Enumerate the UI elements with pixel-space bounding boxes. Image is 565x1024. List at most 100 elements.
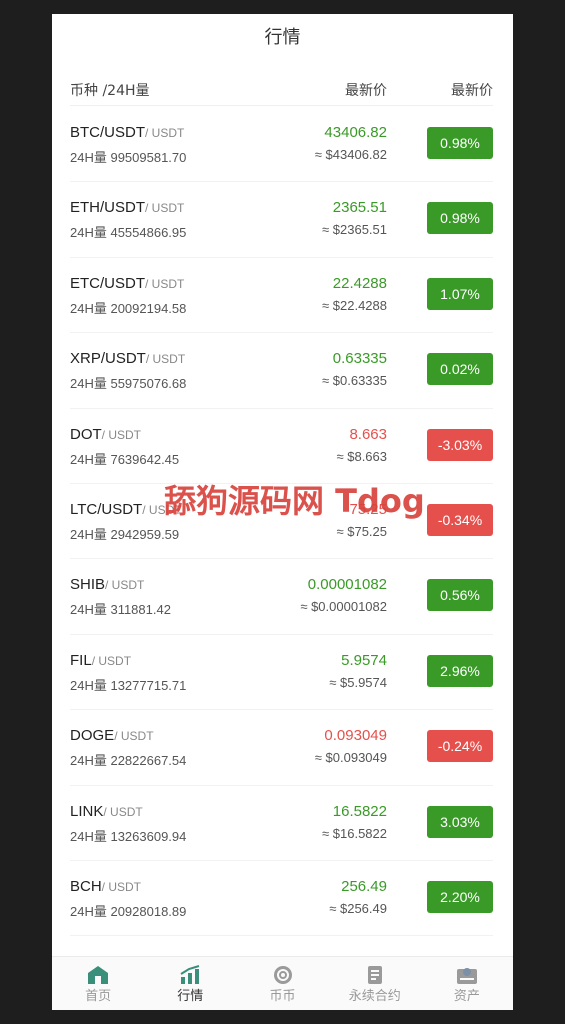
converted-price: ≈ $75.25 bbox=[336, 523, 387, 539]
market-row[interactable]: LTC/USDT/ USDT 24H量 2942959.59 75.25 ≈ $75.… bbox=[70, 484, 493, 560]
tab-home[interactable]: 首页 bbox=[52, 957, 144, 1010]
volume-24h: 24H量 55975076.68 bbox=[70, 376, 187, 392]
pair-symbol: ETH/USDT/ USDT bbox=[70, 199, 184, 216]
pair-symbol: DOT/ USDT bbox=[70, 426, 141, 443]
tab-assets-label: 资产 bbox=[453, 989, 480, 1004]
tab-home-label: 首页 bbox=[85, 989, 112, 1004]
volume-24h: 24H量 7639642.45 bbox=[70, 451, 180, 467]
converted-price: ≈ $16.5822 bbox=[322, 825, 387, 841]
market-row[interactable]: DOGE/ USDT 24H量 22822667.54 0.093049 ≈ $0.0… bbox=[70, 710, 493, 786]
pair-symbol: BCH/ USDT bbox=[70, 878, 141, 895]
market-row[interactable]: ETC/USDT/ USDT 24H量 20092194.58 22.4288 ≈ $… bbox=[70, 258, 493, 334]
market-header: 币种 /24H量 最新价 最新价 bbox=[70, 78, 493, 106]
converted-price: ≈ $22.4288 bbox=[322, 297, 387, 313]
pair-quote: / USDT bbox=[142, 502, 182, 517]
change-badge[interactable]: -0.34% bbox=[427, 503, 493, 536]
pair-base: ETH/USDT bbox=[70, 199, 145, 217]
volume-24h: 24H量 311881.42 bbox=[70, 602, 171, 618]
pair-quote: / USDT bbox=[145, 201, 185, 216]
page-title: 行情 bbox=[264, 27, 301, 48]
pair-quote: / USDT bbox=[145, 126, 185, 140]
bottom-tab-bar: 首页 行情 币币 永续合约 资产 bbox=[52, 956, 513, 1010]
pair-symbol: DOGE/ USDT bbox=[70, 727, 154, 744]
volume-24h: 24H量 45554866.95 bbox=[70, 225, 187, 241]
pair-quote: / USDT bbox=[145, 276, 185, 291]
pair-base: LTC/USDT bbox=[70, 500, 143, 518]
market-row[interactable]: SHIB/ USDT 24H量 311881.42 0.00001082 ≈ $0.0… bbox=[70, 559, 493, 635]
change-badge[interactable]: 1.07% bbox=[427, 277, 493, 310]
change-badge[interactable]: 0.98% bbox=[427, 202, 493, 235]
pair-base: ETC/USDT bbox=[70, 274, 145, 292]
tab-spot[interactable]: 币币 bbox=[236, 957, 328, 1010]
pair-quote: / USDT bbox=[145, 352, 186, 367]
market-row[interactable]: BTC/USDT/ USDT 24H量 99509581.70 43406.82 ≈ … bbox=[70, 107, 493, 183]
converted-price: ≈ $0.00001082 bbox=[300, 599, 387, 615]
pair-quote: / USDT bbox=[101, 427, 142, 442]
volume-24h: 24H量 99509581.70 bbox=[70, 150, 187, 165]
last-price: 2365.51 bbox=[332, 199, 387, 217]
change-badge[interactable]: 0.98% bbox=[427, 127, 493, 159]
tab-market[interactable]: 行情 bbox=[144, 957, 236, 1010]
change-badge[interactable]: -3.03% bbox=[427, 428, 493, 461]
pair-base: DOGE bbox=[70, 727, 115, 745]
change-badge[interactable]: 2.20% bbox=[427, 880, 493, 913]
market-row[interactable]: DOT/ USDT 24H量 7639642.45 8.663 ≈ $8.663 -3.… bbox=[70, 409, 493, 484]
volume-24h: 24H量 13263609.94 bbox=[70, 828, 187, 844]
last-price: 22.4288 bbox=[332, 274, 387, 292]
header-change: 最新价 bbox=[451, 83, 493, 99]
market-row[interactable]: ETH/USDT/ USDT 24H量 45554866.95 2365.51 ≈ $… bbox=[70, 182, 493, 258]
volume-24h: 24H量 20092194.58 bbox=[70, 300, 187, 316]
pair-quote: / USDT bbox=[101, 879, 142, 894]
market-row[interactable]: FIL/ USDT 24H量 13277715.71 5.9574 ≈ $5.9574… bbox=[70, 635, 493, 711]
pair-base: SHIB bbox=[70, 576, 106, 594]
volume-24h: 24H量 22822667.54 bbox=[70, 753, 187, 769]
tab-contract[interactable]: 永续合约 bbox=[329, 957, 421, 1010]
pair-symbol: XRP/USDT/ USDT bbox=[70, 350, 185, 367]
pair-base: FIL bbox=[70, 651, 92, 669]
converted-price: ≈ $2365.51 bbox=[322, 222, 387, 238]
pair-symbol: BTC/USDT/ USDT bbox=[70, 124, 184, 141]
pair-base: BTC/USDT bbox=[70, 124, 145, 141]
pair-quote: / USDT bbox=[114, 729, 154, 744]
market-row[interactable]: XRP/USDT/ USDT 24H量 55975076.68 0.63335 ≈ $… bbox=[70, 333, 493, 409]
pair-symbol: SHIB/ USDT bbox=[70, 576, 144, 593]
last-price: 43406.82 bbox=[324, 124, 387, 141]
pair-quote: / USDT bbox=[91, 653, 132, 668]
converted-price: ≈ $8.663 bbox=[336, 448, 387, 464]
change-badge[interactable]: 0.56% bbox=[427, 579, 493, 612]
volume-24h: 24H量 2942959.59 bbox=[70, 526, 180, 542]
pair-symbol: LTC/USDT/ USDT bbox=[70, 501, 182, 518]
pair-base: BCH bbox=[70, 877, 102, 895]
change-badge[interactable]: 0.02% bbox=[427, 353, 493, 386]
converted-price: ≈ $0.63335 bbox=[322, 373, 387, 389]
last-price: 256.49 bbox=[341, 877, 387, 895]
phone-screen: 行情 币种 /24H量 最新价 最新价 BTC/USDT/ USDT 24H量 9… bbox=[52, 14, 513, 1010]
converted-price: ≈ $43406.82 bbox=[314, 147, 387, 162]
market-row[interactable]: LINK/ USDT 24H量 13263609.94 16.5822 ≈ $16.5… bbox=[70, 786, 493, 861]
converted-price: ≈ $0.093049 bbox=[314, 750, 387, 766]
last-price: 75.25 bbox=[349, 500, 387, 518]
tab-assets[interactable]: 资产 bbox=[421, 957, 513, 1010]
tab-contract-label: 永续合约 bbox=[348, 989, 401, 1004]
change-badge[interactable]: 2.96% bbox=[427, 654, 493, 687]
change-badge[interactable]: 3.03% bbox=[427, 805, 493, 838]
market-row[interactable]: BCH/ USDT 24H量 20928018.89 256.49 ≈ $256.49… bbox=[70, 861, 493, 937]
pair-symbol: LINK/ USDT bbox=[70, 803, 143, 820]
pair-quote: / USDT bbox=[103, 804, 143, 819]
volume-24h: 24H量 20928018.89 bbox=[70, 903, 187, 919]
tab-market-label: 行情 bbox=[177, 989, 204, 1004]
volume-24h: 24H量 13277715.71 bbox=[70, 677, 187, 693]
converted-price: ≈ $256.49 bbox=[329, 900, 387, 916]
pair-base: DOT bbox=[70, 425, 102, 443]
pair-quote: / USDT bbox=[105, 578, 145, 593]
last-price: 5.9574 bbox=[341, 651, 387, 669]
converted-price: ≈ $5.9574 bbox=[329, 674, 387, 690]
market-list: BTC/USDT/ USDT 24H量 99509581.70 43406.82 ≈ … bbox=[70, 107, 493, 937]
last-price: 0.093049 bbox=[324, 727, 387, 745]
change-badge[interactable]: -0.24% bbox=[427, 730, 493, 763]
last-price: 0.00001082 bbox=[307, 576, 387, 594]
pair-symbol: ETC/USDT/ USDT bbox=[70, 275, 184, 292]
header-price: 最新价 bbox=[345, 83, 387, 99]
pair-base: LINK bbox=[70, 802, 104, 820]
tab-spot-label: 币币 bbox=[269, 989, 296, 1004]
